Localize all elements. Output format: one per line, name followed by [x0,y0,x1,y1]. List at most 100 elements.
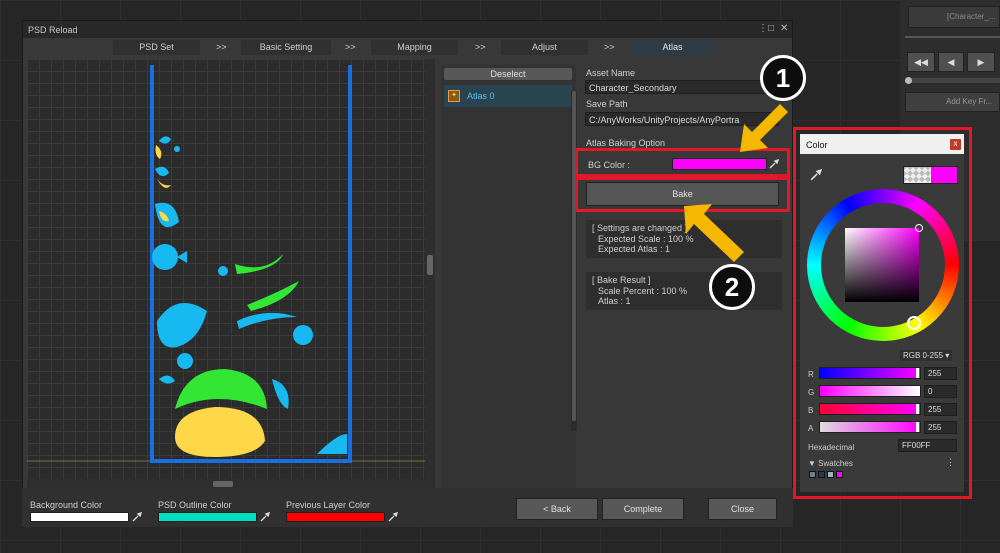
channel-r-label: R [808,370,814,379]
atlas-preview-graphic [27,65,425,463]
hexadecimal-field[interactable]: FF00FF [898,439,957,452]
deselect-button[interactable]: Deselect [444,68,572,80]
swatch-chip[interactable] [818,471,825,478]
sprite-blue-horn [272,379,289,409]
arrow-to-bake-icon [684,204,744,262]
channel-b-label: B [808,406,814,415]
sprite-blue-ball [218,266,228,276]
channel-b-value[interactable]: 255 [924,403,957,416]
background-rewind-button: ◀◀ [907,52,935,72]
channel-g-label: G [808,388,815,397]
swatches-menu-icon[interactable]: ⋮ [946,457,955,468]
background-add-key-button: Add Key Fr... [905,92,1000,112]
sprite-blue-4 [159,375,175,384]
sprite-blue-blob [293,325,313,345]
swatch-chip[interactable] [836,471,843,478]
channel-g-slider[interactable] [819,385,921,397]
arrow-to-bg-color-icon [740,104,788,152]
color-picker-close-icon[interactable]: x [950,139,961,150]
channel-a-slider[interactable] [819,421,921,433]
sprite-blue-arm [237,312,297,329]
asset-name-label: Asset Name [586,68,636,78]
preview-vertical-scrollbar[interactable] [425,59,435,489]
sprite-yellow-face [175,407,265,457]
tab-basic-setting[interactable]: Basic Setting [241,40,331,55]
color-picker-title: Color [800,134,964,154]
background-name-field: [Character_... [908,6,1000,28]
atlas-item-label: Atlas 0 [467,91,495,101]
tab-adjust[interactable]: Adjust [501,40,588,55]
hexadecimal-label: Hexadecimal [808,443,855,452]
channel-r-slider[interactable] [819,367,921,379]
baking-option-label: Atlas Baking Option [586,138,666,148]
tab-separator: >> [604,42,615,52]
background-color-field[interactable] [30,512,129,522]
back-button[interactable]: < Back [516,498,598,520]
tab-separator: >> [345,42,356,52]
step-tabs: PSD Set >> Basic Setting >> Mapping >> A… [23,40,792,55]
atlas-list-item[interactable]: ✦ Atlas 0 [444,85,572,107]
previous-layer-color-field[interactable] [286,512,385,522]
background-color-label: Background Color [30,500,103,510]
sprite-blue-3 [155,202,179,228]
sprite-yellow-2 [157,179,171,188]
swatch-chip[interactable] [809,471,816,478]
psd-outline-color-field[interactable] [158,512,257,522]
background-timeline-slider [905,77,1000,84]
save-path-label: Save Path [586,99,628,109]
tab-mapping[interactable]: Mapping [371,40,458,55]
atlas-list-panel [441,65,576,489]
tab-separator: >> [216,42,227,52]
complete-button[interactable]: Complete [602,498,684,520]
previous-layer-eyedropper-icon[interactable] [388,512,398,522]
sprite-blue-bow [177,251,187,263]
sprite-yellow-1 [155,145,162,159]
hue-handle[interactable] [907,316,921,330]
channel-a-label: A [808,424,814,433]
swatches-label[interactable]: ▼ Swatches [808,459,853,468]
atlas-image-icon: ✦ [448,90,460,102]
psd-outline-color-label: PSD Outline Color [158,500,232,510]
sprite-green-1 [235,254,283,274]
swatch-chip[interactable] [827,471,834,478]
callout-step-2: 2 [709,264,755,310]
atlas-preview-canvas[interactable] [27,59,433,489]
sprite-blue-dot [174,146,180,152]
color-mode-dropdown[interactable]: RGB 0-255 ▾ [900,350,953,361]
settings-scrollbar[interactable] [571,91,577,431]
window-maximize-icon[interactable]: □ [768,23,774,34]
sprite-blue-2 [155,166,169,177]
background-prev-button: ◀ [938,52,964,72]
previous-layer-color-label: Previous Layer Color [286,500,371,510]
sprite-blue-small [177,353,193,369]
window-close-icon[interactable]: ✕ [780,23,788,34]
atlas-sprites [152,136,347,457]
callout-step-1: 1 [760,55,806,101]
channel-r-value[interactable]: 255 [924,367,957,380]
saturation-value-handle[interactable] [915,224,923,232]
color-preview-swatch [903,166,958,184]
window-menu-icon[interactable]: ⋮ [758,23,768,34]
channel-b-slider[interactable] [819,403,921,415]
psd-outline-eyedropper-icon[interactable] [260,512,270,522]
tab-atlas[interactable]: Atlas [629,40,716,55]
tab-psd-set[interactable]: PSD Set [113,40,200,55]
channel-a-value[interactable]: 255 [924,421,957,434]
window-title: PSD Reload [28,25,78,35]
picker-eyedropper-icon[interactable] [810,169,822,181]
sprite-blue-head [152,244,178,270]
sprite-blue-corner [317,434,347,454]
saturation-value-square[interactable] [845,228,919,302]
background-divider [905,36,1000,38]
close-button[interactable]: Close [708,498,777,520]
asset-name-field[interactable]: Character_Secondary [585,80,779,94]
sprite-blue-body [157,303,207,348]
sprite-green-hair [175,369,267,409]
sprite-blue-1 [159,136,171,144]
window-titlebar: PSD Reload ⋮ □ ✕ [23,21,792,38]
background-color-eyedropper-icon[interactable] [132,512,142,522]
tab-separator: >> [475,42,486,52]
sprite-green-2 [247,281,299,311]
channel-g-value[interactable]: 0 [924,385,957,398]
background-play-button: ▶ [967,52,995,72]
